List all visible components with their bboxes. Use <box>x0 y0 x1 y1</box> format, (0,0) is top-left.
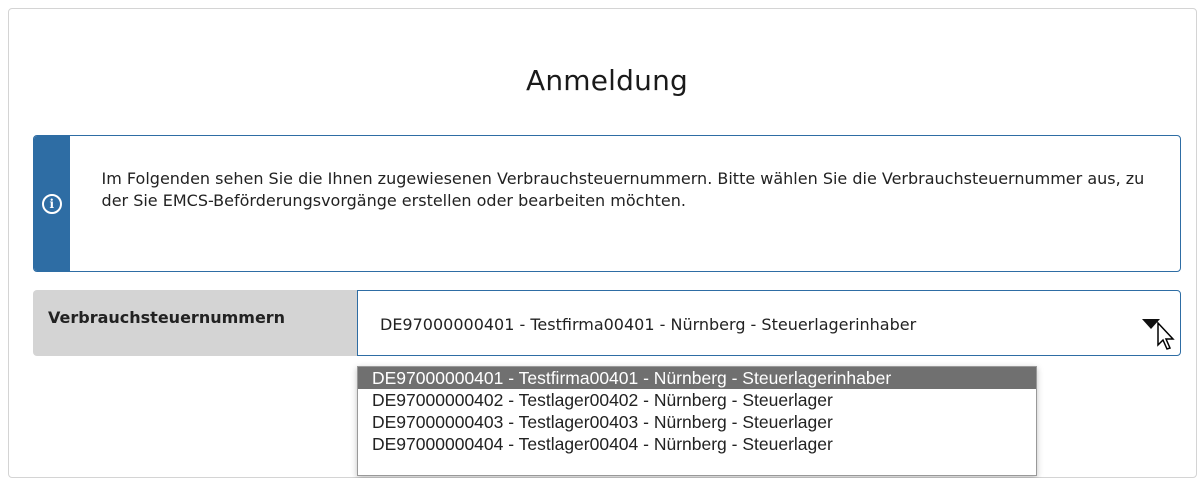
info-icon: i <box>41 193 62 214</box>
dropdown-option[interactable]: DE97000000404 - Testlager00404 - Nürnber… <box>358 433 1036 455</box>
dropdown-option[interactable]: DE97000000403 - Testlager00403 - Nürnber… <box>358 411 1036 433</box>
select-value: DE97000000401 - Testfirma00401 - Nürnber… <box>380 315 917 334</box>
page-title: Anmeldung <box>525 64 689 97</box>
info-text: Im Folgenden sehen Sie die Ihnen zugewie… <box>101 169 1145 210</box>
dropdown-option[interactable]: DE97000000402 - Testlager00402 - Nürnber… <box>358 389 1036 411</box>
excise-number-select-row: Verbrauchsteuernummern DE97000000401 - T… <box>33 290 1181 356</box>
excise-number-select[interactable]: DE97000000401 - Testfirma00401 - Nürnber… <box>357 290 1181 356</box>
excise-number-dropdown[interactable]: DE97000000401 - Testfirma00401 - Nürnber… <box>357 366 1037 476</box>
dropdown-option[interactable]: DE97000000401 - Testfirma00401 - Nürnber… <box>358 367 1036 389</box>
select-label: Verbrauchsteuernummern <box>33 290 357 356</box>
info-stripe: i <box>34 136 70 271</box>
info-box: i Im Folgenden sehen Sie die Ihnen zugew… <box>33 135 1181 272</box>
mouse-cursor-icon <box>1157 321 1175 350</box>
